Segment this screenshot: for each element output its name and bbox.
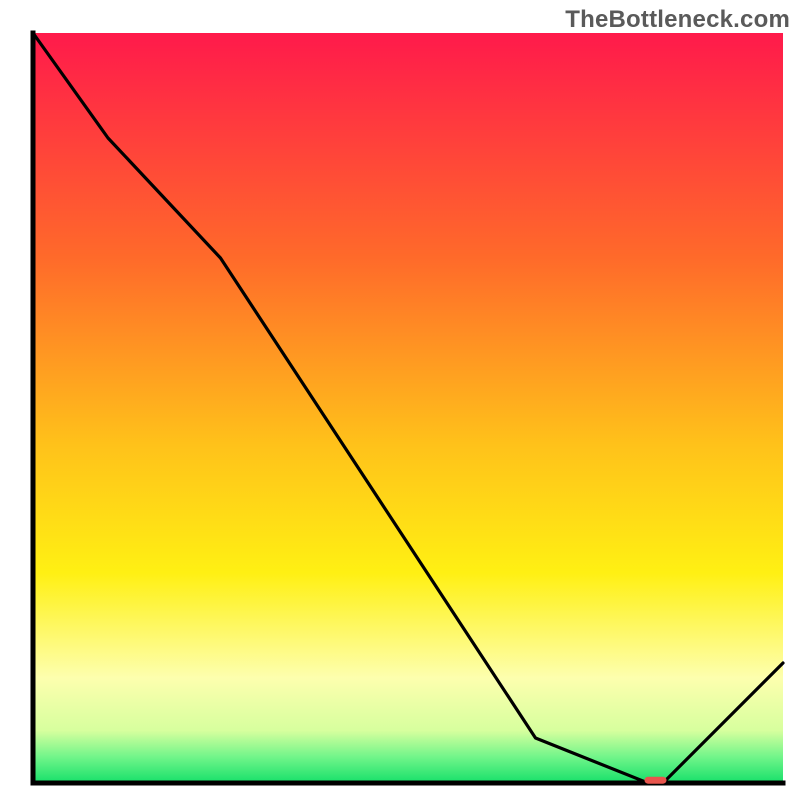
- plot-background: [33, 33, 783, 783]
- bottleneck-chart: [0, 0, 800, 800]
- chart-stage: TheBottleneck.com: [0, 0, 800, 800]
